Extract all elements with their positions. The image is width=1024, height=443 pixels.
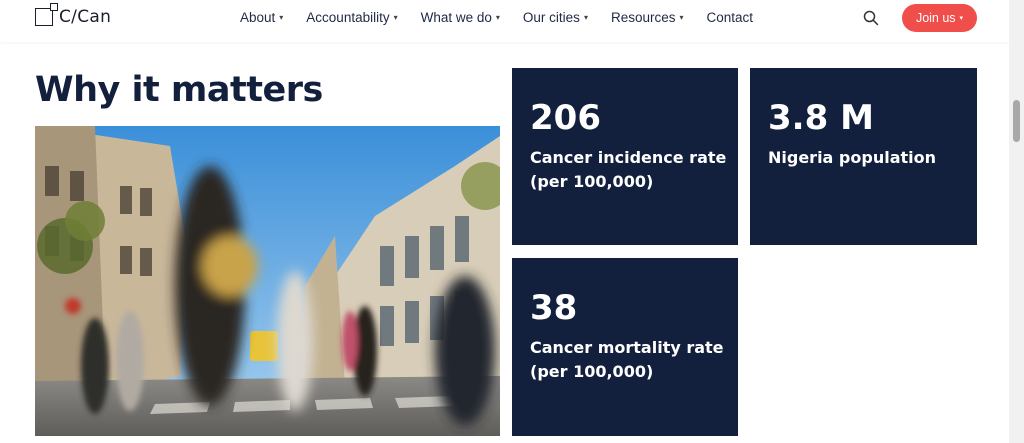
chevron-down-icon: ▾ — [393, 13, 398, 22]
site-header: C/Can About ▾ Accountability ▾ What we do ▾… — [0, 0, 1009, 42]
nav-item-accountability[interactable]: Accountability ▾ — [306, 10, 397, 25]
stat-card-incidence: 206 Cancer incidence rate (per 100,000) — [512, 68, 738, 245]
stat-value: 3.8 M — [768, 98, 874, 138]
c-can-logo[interactable]: C/Can — [35, 3, 112, 27]
stat-label: Cancer incidence rate (per 100,000) — [530, 148, 727, 191]
nav-item-label: Resources — [610, 10, 676, 25]
nav-item-label: What we do — [420, 10, 492, 25]
stat-card-population: 3.8 M Nigeria population — [750, 68, 977, 245]
chevron-down-icon: ▾ — [679, 13, 684, 22]
nav-item-what-we-do[interactable]: What we do ▾ — [421, 10, 500, 25]
stat-value: 206 — [530, 98, 601, 138]
nav-item-our-cities[interactable]: Our cities ▾ — [523, 10, 588, 25]
stat-value: 38 — [530, 288, 578, 328]
page-scrollbar[interactable] — [1009, 0, 1024, 443]
nav-item-label: Contact — [706, 10, 754, 25]
section-heading: Why it matters — [35, 70, 323, 110]
street-crowd-photo — [35, 126, 500, 436]
nav-item-label: Our cities — [522, 10, 580, 25]
nav-item-resources[interactable]: Resources ▾ — [611, 10, 684, 25]
stat-label: Nigeria population — [768, 148, 937, 167]
nav-item-contact[interactable]: Contact — [707, 10, 754, 25]
main-nav: About ▾ Accountability ▾ What we do ▾ Our c… — [240, 10, 776, 25]
join-us-button[interactable]: Join us ▾ — [902, 4, 977, 32]
stat-label: Cancer mortality rate (per 100,000) — [530, 338, 724, 381]
stat-card-mortality: 38 Cancer mortality rate (per 100,000) — [512, 258, 738, 436]
nav-item-label: About — [240, 10, 276, 25]
nav-item-label: Accountability — [306, 10, 390, 25]
scroll-thumb[interactable] — [1013, 100, 1020, 142]
logo-text: C/Can — [59, 7, 112, 27]
join-us-label: Join us — [915, 11, 956, 25]
chevron-down-icon: ▾ — [279, 13, 284, 22]
nav-item-about[interactable]: About ▾ — [240, 10, 283, 25]
chevron-down-icon: ▾ — [495, 13, 500, 22]
logo-mark-icon — [35, 3, 58, 26]
chevron-down-icon: ▾ — [959, 15, 964, 22]
street-photo-illustration — [35, 126, 500, 436]
chevron-down-icon: ▾ — [583, 13, 588, 22]
search-icon[interactable] — [863, 10, 879, 26]
